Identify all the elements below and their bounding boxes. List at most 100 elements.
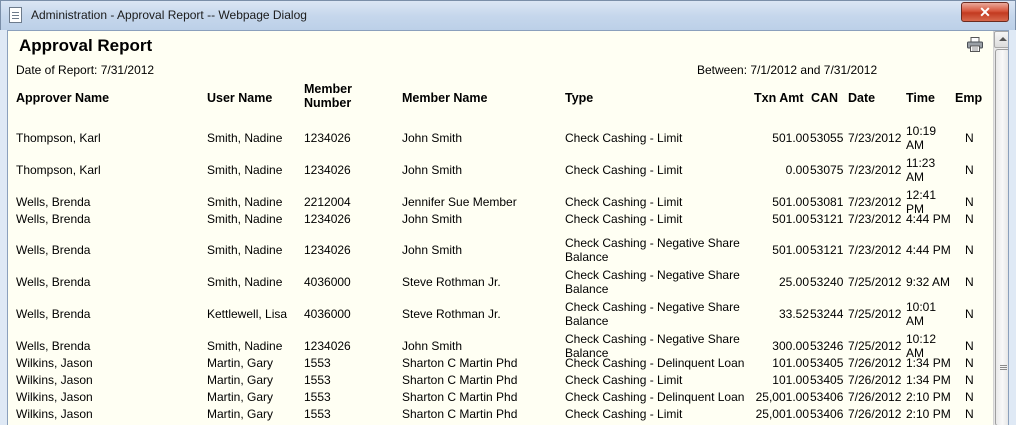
type-cell: Check Cashing - Limit xyxy=(565,163,683,177)
emp-cell: N xyxy=(965,131,974,145)
can-cell: 53246 xyxy=(810,339,844,353)
scroll-grip-icon xyxy=(1000,365,1007,366)
member-name-cell: Steve Rothman Jr. xyxy=(402,275,501,289)
date-cell: 7/26/2012 xyxy=(848,356,902,370)
window-title: Administration - Approval Report -- Webp… xyxy=(31,8,307,22)
time-cell: 4:44 PM xyxy=(906,212,951,226)
approver-cell: Wells, Brenda xyxy=(16,243,91,257)
emp-cell: N xyxy=(965,390,974,404)
column-header-member-name: Member Name xyxy=(402,91,488,105)
emp-cell: N xyxy=(965,195,974,209)
can-cell: 53075 xyxy=(810,163,844,177)
user-cell: Smith, Nadine xyxy=(207,243,283,257)
txn-amt-cell: 25.00 xyxy=(778,275,809,289)
member-name-cell: Sharton C Martin Phd xyxy=(402,356,518,370)
date-cell: 7/25/2012 xyxy=(848,339,902,353)
time-cell: 1:34 PM xyxy=(906,356,951,370)
member-name-cell: Sharton C Martin Phd xyxy=(402,390,518,404)
member-name-cell: Sharton C Martin Phd xyxy=(402,373,518,387)
txn-amt-cell: 300.00 xyxy=(772,339,809,353)
date-cell: 7/23/2012 xyxy=(848,243,902,257)
can-cell: 53081 xyxy=(810,195,844,209)
txn-amt-cell: 501.00 xyxy=(772,212,809,226)
txn-amt-cell: 33.52 xyxy=(778,307,809,321)
date-cell: 7/23/2012 xyxy=(848,212,902,226)
type-cell: Check Cashing - Limit xyxy=(565,131,683,145)
approver-cell: Wilkins, Jason xyxy=(16,373,93,387)
column-header-member-number: Member Number xyxy=(304,82,352,110)
can-cell: 53405 xyxy=(810,356,844,370)
column-header-can: CAN xyxy=(811,91,839,105)
member-number-cell: 2212004 xyxy=(304,195,351,209)
member-name-cell: Sharton C Martin Phd xyxy=(402,407,518,421)
member-number-cell: 1553 xyxy=(304,390,331,404)
member-name-cell: Steve Rothman Jr. xyxy=(402,307,501,321)
member-number-cell: 1553 xyxy=(304,356,331,370)
member-number-cell: 4036000 xyxy=(304,307,351,321)
time-cell: 4:44 PM xyxy=(906,243,951,257)
can-cell: 53121 xyxy=(810,212,844,226)
emp-cell: N xyxy=(965,163,974,177)
close-button[interactable]: ✕ xyxy=(961,2,1009,22)
member-number-cell: 1553 xyxy=(304,373,331,387)
txn-amt-cell: 501.00 xyxy=(772,131,809,145)
user-cell: Smith, Nadine xyxy=(207,339,283,353)
time-cell: 1:34 PM xyxy=(906,373,951,387)
member-number-cell: 1553 xyxy=(304,407,331,421)
vertical-scrollbar[interactable] xyxy=(993,31,1008,425)
user-cell: Kettlewell, Lisa xyxy=(207,307,288,321)
emp-cell: N xyxy=(965,407,974,421)
date-cell: 7/23/2012 xyxy=(848,163,902,177)
approver-cell: Wilkins, Jason xyxy=(16,390,93,404)
member-name-cell: John Smith xyxy=(402,163,463,177)
type-cell: Check Cashing - Limit xyxy=(565,407,683,421)
column-header-txn-amt: Txn Amt xyxy=(754,91,804,105)
dialog-content: Approval Report Date of Report: 7/31/201… xyxy=(7,30,1009,425)
emp-cell: N xyxy=(965,356,974,370)
emp-cell: N xyxy=(965,212,974,226)
can-cell: 53055 xyxy=(810,131,844,145)
user-cell: Smith, Nadine xyxy=(207,163,283,177)
can-cell: 53406 xyxy=(810,407,844,421)
member-name-cell: John Smith xyxy=(402,243,463,257)
emp-cell: N xyxy=(965,243,974,257)
can-cell: 53405 xyxy=(810,373,844,387)
user-cell: Smith, Nadine xyxy=(207,131,283,145)
txn-amt-cell: 501.00 xyxy=(772,195,809,209)
member-number-cell: 1234026 xyxy=(304,163,351,177)
time-cell: 10:01 AM xyxy=(906,300,937,328)
user-cell: Martin, Gary xyxy=(207,390,274,404)
member-number-cell: 1234026 xyxy=(304,243,351,257)
approver-cell: Wells, Brenda xyxy=(16,275,91,289)
user-cell: Martin, Gary xyxy=(207,373,274,387)
type-cell: Check Cashing - Limit xyxy=(565,373,683,387)
date-cell: 7/26/2012 xyxy=(848,373,902,387)
printer-icon[interactable] xyxy=(967,37,983,52)
txn-amt-cell: 25,001.00 xyxy=(755,407,809,421)
approver-cell: Wells, Brenda xyxy=(16,307,91,321)
date-cell: 7/25/2012 xyxy=(848,275,902,289)
approver-cell: Wells, Brenda xyxy=(16,195,91,209)
column-header-type: Type xyxy=(565,91,594,105)
date-cell: 7/23/2012 xyxy=(848,131,902,145)
time-cell: 2:10 PM xyxy=(906,390,951,404)
report-date-range: Between: 7/1/2012 and 7/31/2012 xyxy=(697,63,878,77)
approver-cell: Wilkins, Jason xyxy=(16,356,93,370)
scroll-up-arrow-icon[interactable] xyxy=(994,31,1008,48)
user-cell: Martin, Gary xyxy=(207,356,274,370)
member-number-cell: 1234026 xyxy=(304,212,351,226)
member-name-cell: Jennifer Sue Member xyxy=(402,195,517,209)
scroll-thumb[interactable] xyxy=(995,49,1008,425)
emp-cell: N xyxy=(965,275,974,289)
txn-amt-cell: 101.00 xyxy=(772,356,809,370)
member-name-cell: John Smith xyxy=(402,131,463,145)
column-header-approver: Approver Name xyxy=(16,91,110,105)
txn-amt-cell: 25,001.00 xyxy=(755,390,809,404)
member-number-cell: 1234026 xyxy=(304,339,351,353)
approver-cell: Wells, Brenda xyxy=(16,212,91,226)
report-title: Approval Report xyxy=(19,36,153,55)
approver-cell: Thompson, Karl xyxy=(16,131,101,145)
txn-amt-cell: 101.00 xyxy=(772,373,809,387)
can-cell: 53121 xyxy=(810,243,844,257)
report-page: Approval Report Date of Report: 7/31/201… xyxy=(8,31,993,425)
